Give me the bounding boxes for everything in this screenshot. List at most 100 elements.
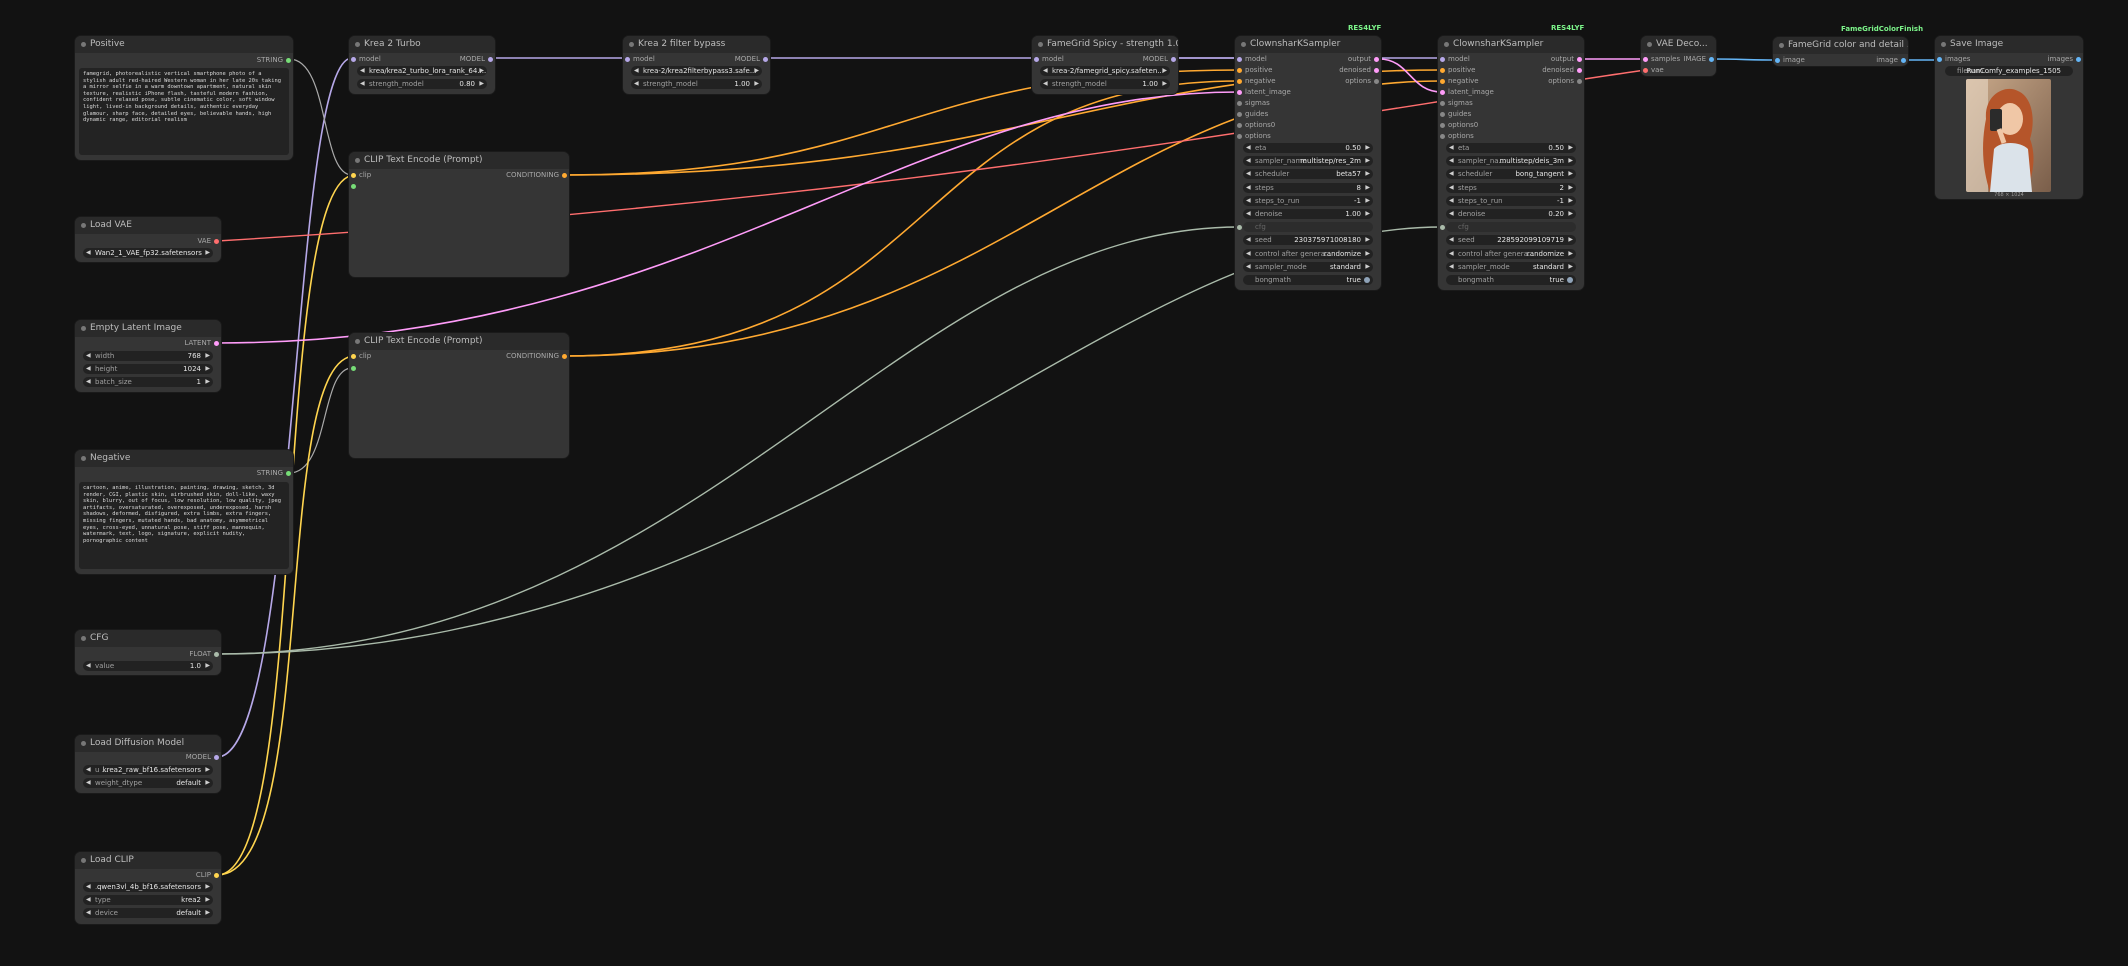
- node-title[interactable]: Positive: [75, 36, 293, 53]
- output-latent[interactable]: LATENT: [184, 338, 221, 348]
- input-slot[interactable]: positive: [1235, 65, 1272, 75]
- input-slot[interactable]: options0: [1438, 120, 1478, 130]
- arrow-left-icon[interactable]: ◀: [1246, 235, 1251, 245]
- arrow-right-icon[interactable]: ▶: [1365, 183, 1370, 193]
- output-model[interactable]: MODEL: [1143, 54, 1178, 64]
- strength-model-widget[interactable]: ◀ strength_model 1.00 ▶: [1040, 79, 1170, 89]
- seed-widget[interactable]: ◀ seed 228592099109719 ▶: [1446, 235, 1576, 246]
- arrow-right-icon[interactable]: ▶: [1365, 249, 1370, 259]
- input-samples[interactable]: samples: [1641, 54, 1680, 64]
- socket-dot[interactable]: [1577, 79, 1582, 84]
- input-slot[interactable]: sigmas: [1235, 98, 1270, 108]
- arrow-left-icon[interactable]: ◀: [1449, 235, 1454, 245]
- output-vae[interactable]: VAE: [197, 236, 221, 246]
- arrow-left-icon[interactable]: ◀: [86, 661, 91, 671]
- control-after-generate-combo[interactable]: ◀ control after genera... randomize ▶: [1446, 248, 1576, 259]
- arrow-left-icon[interactable]: ◀: [86, 765, 91, 775]
- arrow-left-icon[interactable]: ◀: [360, 66, 365, 76]
- output-slot[interactable]: denoised: [1542, 65, 1584, 75]
- arrow-right-icon[interactable]: ▶: [205, 765, 210, 775]
- socket-dot[interactable]: [286, 58, 291, 63]
- arrow-right-icon[interactable]: ▶: [1568, 143, 1573, 153]
- arrow-right-icon[interactable]: ▶: [1568, 235, 1573, 245]
- toggle-knob-icon[interactable]: [1567, 277, 1573, 283]
- arrow-right-icon[interactable]: ▶: [205, 364, 210, 374]
- arrow-right-icon[interactable]: ▶: [1568, 169, 1573, 179]
- output-images[interactable]: images: [2048, 54, 2083, 64]
- arrow-right-icon[interactable]: ▶: [205, 377, 210, 387]
- node-title[interactable]: CLIP Text Encode (Prompt): [349, 333, 569, 350]
- input-vae[interactable]: vae: [1641, 65, 1664, 75]
- socket-dot[interactable]: [1237, 134, 1242, 139]
- arrow-left-icon[interactable]: ◀: [1246, 183, 1251, 193]
- node-famegrid-spicy[interactable]: FameGrid Spicy - strength 1.0 model MODE…: [1032, 36, 1178, 94]
- device-combo[interactable]: ◀ device default ▶: [83, 908, 213, 918]
- arrow-left-icon[interactable]: ◀: [1449, 249, 1454, 259]
- node-title[interactable]: Load Diffusion Model: [75, 735, 221, 752]
- node-title[interactable]: ClownsharKSampler: [1235, 36, 1381, 53]
- arrow-right-icon[interactable]: ▶: [205, 661, 210, 671]
- socket-dot[interactable]: [1937, 57, 1942, 62]
- socket-dot[interactable]: [1374, 57, 1379, 62]
- input-model[interactable]: model: [1032, 54, 1064, 64]
- output-slot[interactable]: options: [1548, 76, 1584, 86]
- cfg-widget-linked[interactable]: cfg: [1243, 222, 1373, 233]
- weight-dtype-combo[interactable]: ◀ weight_dtype default ▶: [83, 778, 213, 788]
- arrow-right-icon[interactable]: ▶: [754, 79, 759, 89]
- arrow-right-icon[interactable]: ▶: [1365, 235, 1370, 245]
- node-title[interactable]: CFG: [75, 630, 221, 647]
- node-krea-turbo[interactable]: Krea 2 Turbo model MODEL ◀ krea/krea2_tur…: [349, 36, 495, 94]
- output-clip[interactable]: CLIP: [196, 870, 221, 880]
- socket-dot[interactable]: [2076, 57, 2081, 62]
- socket-dot[interactable]: [1440, 112, 1445, 117]
- node-title[interactable]: Empty Latent Image: [75, 320, 221, 337]
- arrow-left-icon[interactable]: ◀: [1449, 143, 1454, 153]
- filename-prefix-widget[interactable]: filenam... RunComfy_examples_1505: [1945, 66, 2073, 76]
- denoise-widget[interactable]: ◀ denoise 1.00 ▶: [1243, 209, 1373, 219]
- clip-name-combo[interactable]: ◀... qwen3vl_4b_bf16.safetensors ▶: [83, 882, 213, 892]
- arrow-left-icon[interactable]: ◀: [1449, 196, 1454, 206]
- arrow-left-icon[interactable]: ◀: [1246, 249, 1251, 259]
- toggle-knob-icon[interactable]: [1364, 277, 1370, 283]
- arrow-right-icon[interactable]: ▶: [205, 895, 210, 905]
- arrow-right-icon[interactable]: ▶: [205, 778, 210, 788]
- sampler-mode-combo[interactable]: ◀ sampler_mode standard ▶: [1243, 261, 1373, 272]
- socket-dot[interactable]: [351, 354, 356, 359]
- input-slot[interactable]: positive: [1438, 65, 1475, 75]
- output-slot[interactable]: denoised: [1339, 65, 1381, 75]
- arrow-left-icon[interactable]: ◀: [1449, 169, 1454, 179]
- socket-dot[interactable]: [1901, 58, 1906, 63]
- arrow-left-icon[interactable]: ◀: [634, 66, 639, 76]
- node-title[interactable]: Load VAE: [75, 217, 221, 234]
- node-positive[interactable]: Positive STRING famegrid, photorealistic…: [75, 36, 293, 160]
- arrow-right-icon[interactable]: ▶: [205, 908, 210, 918]
- input-slot[interactable]: options: [1438, 131, 1474, 141]
- arrow-left-icon[interactable]: ◀: [86, 895, 91, 905]
- socket-dot[interactable]: [1643, 68, 1648, 73]
- unet-name-combo[interactable]: ◀ u ... krea2_raw_bf16.safetensors ▶: [83, 765, 213, 775]
- output-slot[interactable]: options: [1345, 76, 1381, 86]
- arrow-right-icon[interactable]: ▶: [754, 66, 759, 76]
- node-title[interactable]: FameGrid Spicy - strength 1.0: [1032, 36, 1178, 53]
- socket-dot[interactable]: [1237, 101, 1242, 106]
- output-model[interactable]: MODEL: [186, 752, 221, 762]
- output-model[interactable]: MODEL: [460, 54, 495, 64]
- strength-model-widget[interactable]: ◀ strength_model 1.00 ▶: [631, 79, 762, 89]
- node-title[interactable]: CLIP Text Encode (Prompt): [349, 152, 569, 169]
- arrow-left-icon[interactable]: ◀: [86, 882, 91, 892]
- socket-dot[interactable]: [351, 366, 356, 371]
- arrow-left-icon[interactable]: ◀: [86, 351, 91, 361]
- node-title[interactable]: FameGrid color and detail ...: [1773, 37, 1908, 54]
- arrow-left-icon[interactable]: ◀: [86, 778, 91, 788]
- prompt-textarea[interactable]: cartoon, anime, illustration, painting, …: [79, 482, 289, 569]
- output-conditioning[interactable]: CONDITIONING: [506, 351, 569, 361]
- socket-dot[interactable]: [351, 184, 356, 189]
- arrow-left-icon[interactable]: ◀: [86, 908, 91, 918]
- arrow-left-icon[interactable]: ◀: [1449, 183, 1454, 193]
- socket-dot[interactable]: [1440, 90, 1445, 95]
- output-image[interactable]: image: [1876, 55, 1908, 65]
- input-slot[interactable]: model: [1235, 54, 1267, 64]
- control-after-generate-combo[interactable]: ◀ control after genera... randomize ▶: [1243, 248, 1373, 259]
- clip-type-combo[interactable]: ◀ type krea2 ▶: [83, 895, 213, 905]
- prompt-textarea[interactable]: famegrid, photorealistic vertical smartp…: [79, 68, 289, 155]
